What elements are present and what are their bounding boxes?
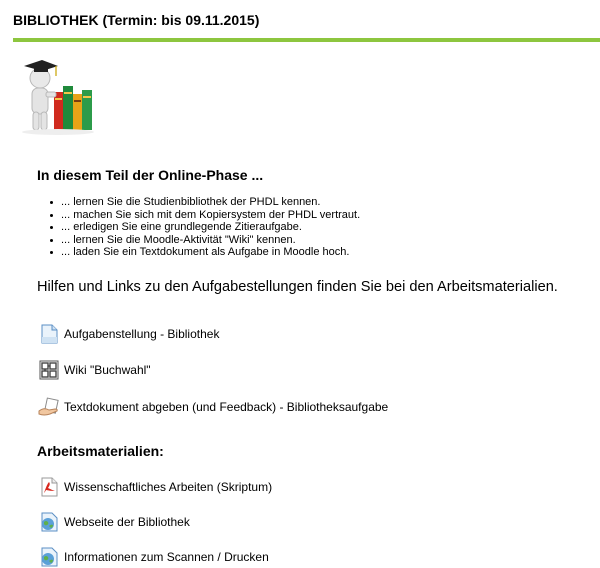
activity-label[interactable]: Textdokument abgeben (und Feedback) - Bi…: [64, 400, 388, 414]
section-title: BIBLIOTHEK (Termin: bis 09.11.2015): [13, 12, 260, 28]
intro-heading: In diesem Teil der Online-Phase ...: [37, 167, 264, 183]
list-item: ... machen Sie sich mit dem Kopiersystem…: [47, 209, 360, 222]
library-illustration: [18, 52, 98, 136]
list-item: ... erledigen Sie eine grundlegende Ziti…: [47, 221, 360, 234]
assignment-icon: [38, 396, 60, 418]
activity-assignment[interactable]: Textdokument abgeben (und Feedback) - Bi…: [38, 396, 388, 418]
pdf-icon: [38, 476, 60, 498]
list-item: ... laden Sie ein Textdokument als Aufga…: [47, 246, 360, 259]
activity-wiki[interactable]: Wiki "Buchwahl": [38, 359, 151, 381]
globe-icon: [38, 546, 60, 568]
globe-icon: [38, 511, 60, 533]
help-text: Hilfen und Links zu den Aufgabestellunge…: [37, 279, 558, 295]
list-item: ... lernen Sie die Moodle-Aktivität "Wik…: [47, 234, 360, 247]
activity-aufgabenstellung[interactable]: Aufgabenstellung - Bibliothek: [38, 323, 219, 345]
material-skriptum[interactable]: Wissenschaftliches Arbeiten (Skriptum): [38, 476, 272, 498]
material-label[interactable]: Wissenschaftliches Arbeiten (Skriptum): [64, 480, 272, 494]
material-label[interactable]: Informationen zum Scannen / Drucken: [64, 550, 269, 564]
material-webseite[interactable]: Webseite der Bibliothek: [38, 511, 190, 533]
section-divider: [13, 38, 600, 42]
wiki-icon: [38, 359, 60, 381]
materials-heading: Arbeitsmaterialien:: [37, 443, 164, 459]
material-scannen[interactable]: Informationen zum Scannen / Drucken: [38, 546, 269, 568]
list-item: ... lernen Sie die Studienbibliothek der…: [47, 196, 360, 209]
material-label[interactable]: Webseite der Bibliothek: [64, 515, 190, 529]
activity-label[interactable]: Aufgabenstellung - Bibliothek: [64, 327, 219, 341]
activity-label[interactable]: Wiki "Buchwahl": [64, 363, 151, 377]
page-icon: [38, 323, 60, 345]
goal-list: ... lernen Sie die Studienbibliothek der…: [47, 196, 360, 259]
